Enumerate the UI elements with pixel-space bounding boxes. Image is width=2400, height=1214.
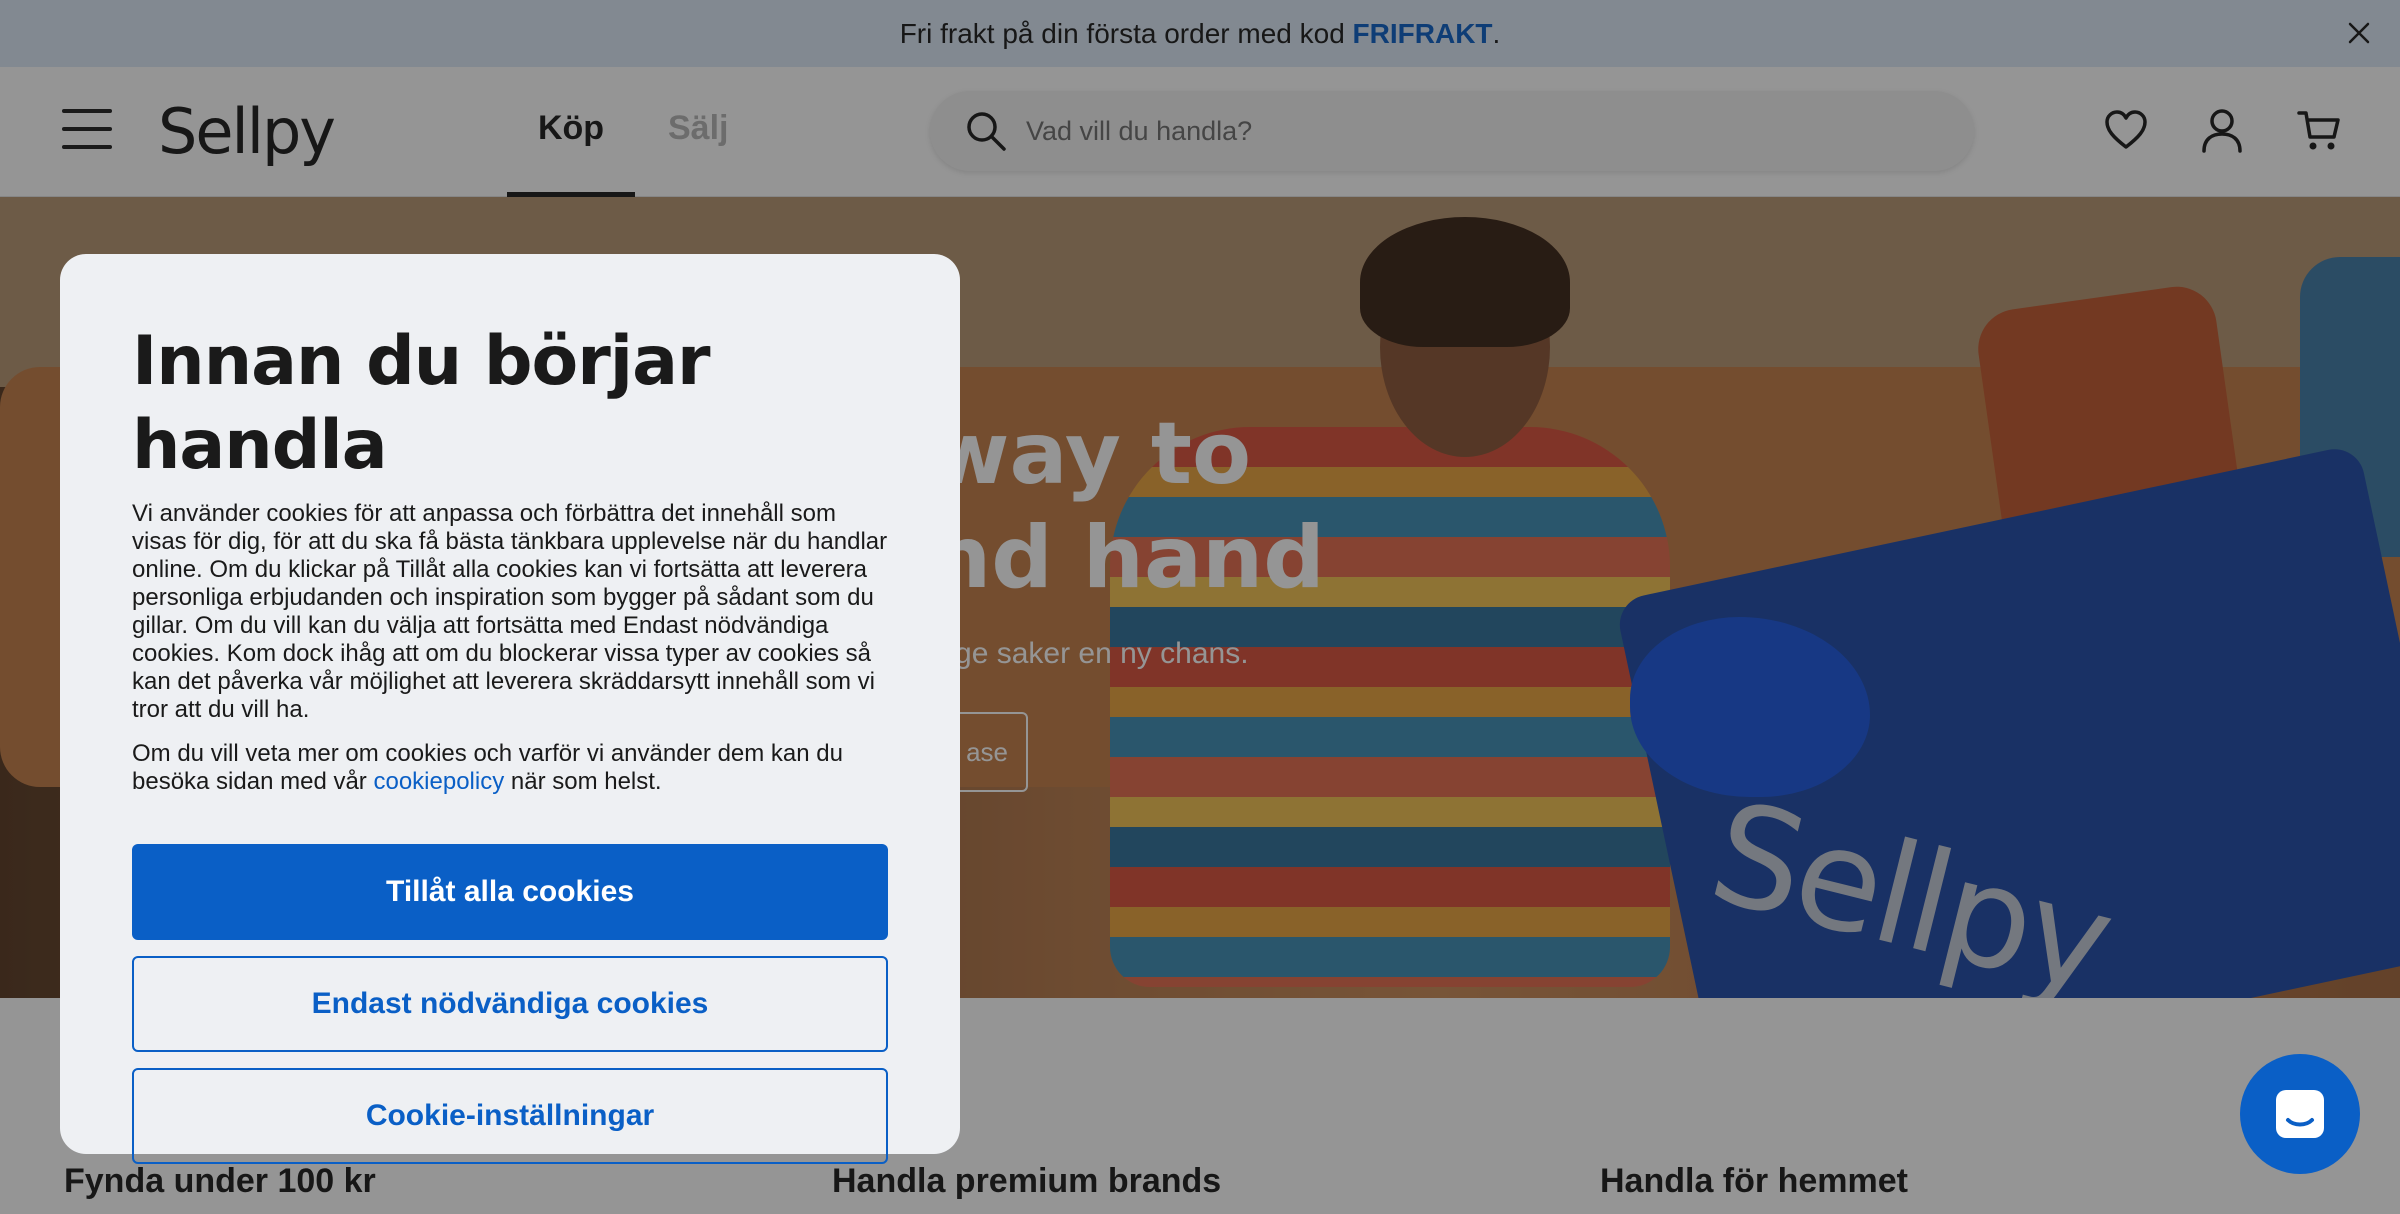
chat-icon [2276, 1090, 2324, 1138]
cookie-policy-link[interactable]: cookiepolicy [373, 768, 504, 795]
cookie-info-after: när som helst. [504, 768, 662, 795]
cookie-consent-modal: Innan du börjar handla Vi använder cooki… [60, 254, 960, 1164]
accept-all-cookies-button[interactable]: Tillåt alla cookies [132, 844, 888, 940]
chat-button[interactable] [2240, 1054, 2360, 1174]
cookie-modal-body: Vi använder cookies för att anpassa och … [132, 500, 888, 723]
cookie-settings-button[interactable]: Cookie-inställningar [132, 1068, 888, 1164]
cookie-modal-info: Om du vill veta mer om cookies och varfö… [132, 740, 892, 796]
cookie-modal-title: Innan du börjar handla [132, 322, 711, 485]
necessary-cookies-button[interactable]: Endast nödvändiga cookies [132, 956, 888, 1052]
